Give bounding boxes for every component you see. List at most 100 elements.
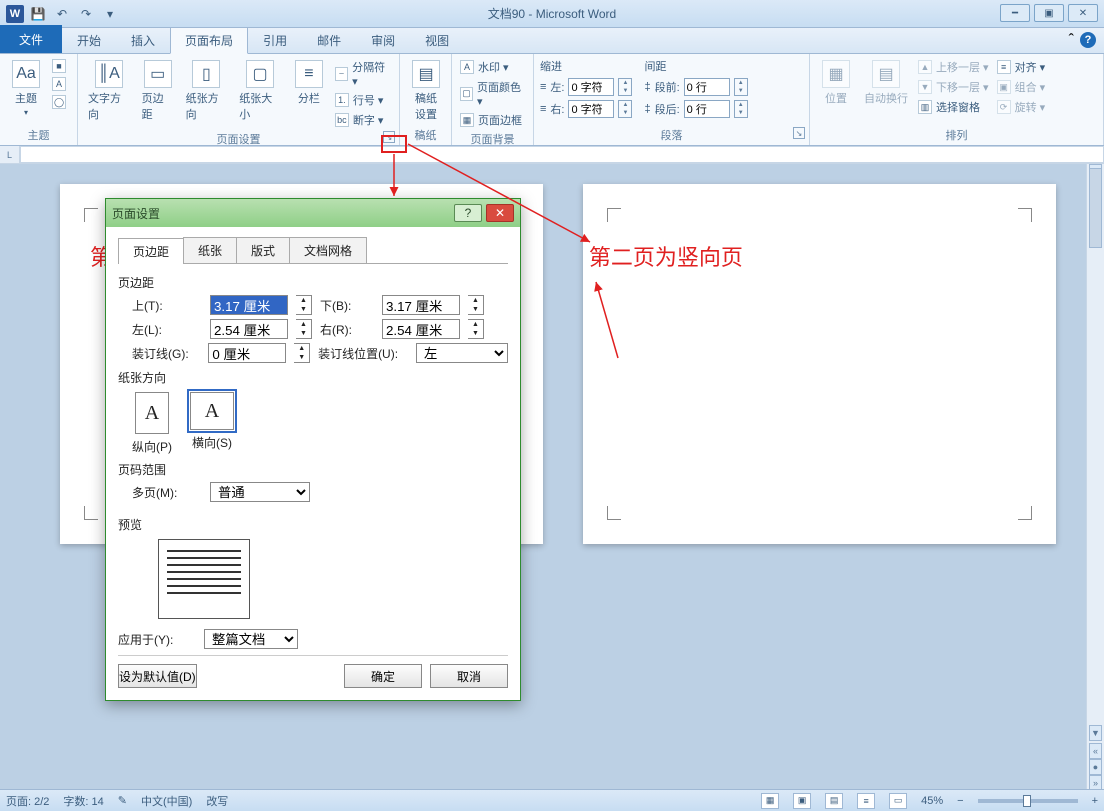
margins-button[interactable]: ▭页边距 — [138, 58, 178, 124]
apply-to-select[interactable]: 整篇文档 — [204, 629, 298, 649]
page-2[interactable]: 第二页为竖向页 — [583, 184, 1056, 544]
proofing-icon[interactable]: ✎ — [118, 794, 127, 807]
set-default-button[interactable]: 设为默认值(D) — [118, 664, 197, 688]
vertical-scrollbar[interactable]: ▲ ▼ « ● » — [1086, 164, 1104, 789]
zoom-out-icon[interactable]: − — [957, 795, 963, 807]
outline-view-icon[interactable]: ≡ — [857, 793, 875, 809]
zoom-in-icon[interactable]: + — [1092, 795, 1098, 807]
margin-left-input[interactable] — [210, 319, 288, 339]
manuscript-button[interactable]: ▤稿纸 设置 — [406, 58, 446, 124]
tab-view[interactable]: 视图 — [410, 27, 464, 53]
draft-view-icon[interactable]: ▭ — [889, 793, 907, 809]
page-borders-button[interactable]: ▦页面边框 — [458, 111, 527, 129]
watermark-button[interactable]: A水印 ▾ — [458, 58, 527, 76]
spin-button[interactable]: ▲▼ — [618, 78, 632, 96]
zoom-slider[interactable] — [978, 799, 1078, 803]
selection-pane-button[interactable]: ▥选择窗格 — [916, 98, 991, 116]
theme-fonts-icon[interactable]: A — [50, 76, 68, 92]
ok-button[interactable]: 确定 — [344, 664, 422, 688]
tab-references[interactable]: 引用 — [248, 27, 302, 53]
wrap-text-button[interactable]: ▤自动换行 — [860, 58, 912, 108]
orientation-landscape[interactable]: A横向(S) — [190, 392, 234, 455]
minimize-button[interactable]: ━ — [1000, 4, 1030, 22]
tab-page-layout[interactable]: 页面布局 — [170, 27, 248, 54]
web-layout-view-icon[interactable]: ▤ — [825, 793, 843, 809]
text-direction-button[interactable]: ║A文字方向 — [84, 58, 134, 124]
spin-button[interactable]: ▲▼ — [734, 78, 748, 96]
group-button[interactable]: ▣组合 ▾ — [995, 78, 1048, 96]
dialog-titlebar[interactable]: 页面设置 ? ✕ — [106, 199, 520, 227]
status-page[interactable]: 页面: 2/2 — [6, 793, 49, 809]
group-label-theme: 主题 — [6, 125, 71, 143]
paragraph-launcher[interactable]: ↘ — [793, 127, 805, 139]
status-zoom[interactable]: 45% — [921, 795, 943, 807]
minimize-ribbon-icon[interactable]: ˆ — [1069, 32, 1074, 50]
status-bar: 页面: 2/2 字数: 14 ✎ 中文(中国) 改写 ▦ ▣ ▤ ≡ ▭ 45%… — [0, 789, 1104, 811]
margin-bottom-input[interactable] — [382, 295, 460, 315]
margin-right-input[interactable] — [382, 319, 460, 339]
ruler-scale[interactable] — [20, 146, 1104, 163]
orientation-button[interactable]: ▯纸张方向 — [182, 58, 232, 124]
tab-insert[interactable]: 插入 — [116, 27, 170, 53]
ruler-corner: L — [0, 146, 20, 164]
send-backward-button[interactable]: ▼下移一层 ▾ — [916, 78, 991, 96]
spin-icon[interactable]: ▲▼ — [468, 295, 484, 315]
dialog-tab-grid[interactable]: 文档网格 — [289, 237, 367, 263]
spin-icon[interactable]: ▲▼ — [294, 343, 310, 363]
columns-button[interactable]: ≡分栏 — [289, 58, 329, 108]
status-words[interactable]: 字数: 14 — [63, 793, 103, 809]
close-button[interactable]: ✕ — [1068, 4, 1098, 22]
dialog-help-button[interactable]: ? — [454, 204, 482, 222]
tab-mailings[interactable]: 邮件 — [302, 27, 356, 53]
indent-right-input[interactable] — [568, 100, 614, 118]
hyphenation-button[interactable]: bc断字 ▾ — [333, 111, 393, 129]
breaks-button[interactable]: ⎯分隔符 ▾ — [333, 58, 393, 89]
cancel-button[interactable]: 取消 — [430, 664, 508, 688]
tab-file[interactable]: 文件 — [0, 25, 62, 53]
redo-icon[interactable]: ↷ — [76, 4, 96, 24]
scroll-down-icon[interactable]: ▼ — [1089, 725, 1102, 741]
dialog-close-button[interactable]: ✕ — [486, 204, 514, 222]
spin-button[interactable]: ▲▼ — [734, 100, 748, 118]
spin-icon[interactable]: ▲▼ — [468, 319, 484, 339]
qat-dropdown-icon[interactable]: ▾ — [100, 4, 120, 24]
space-before-input[interactable] — [684, 78, 730, 96]
full-screen-view-icon[interactable]: ▣ — [793, 793, 811, 809]
dialog-tab-paper[interactable]: 纸张 — [183, 237, 237, 263]
scroll-thumb[interactable] — [1089, 168, 1102, 248]
themes-button[interactable]: Aa主题▾ — [6, 58, 46, 119]
line-numbers-button[interactable]: 1.行号 ▾ — [333, 91, 393, 109]
spin-icon[interactable]: ▲▼ — [296, 319, 312, 339]
tab-review[interactable]: 审阅 — [356, 27, 410, 53]
align-button[interactable]: ≡对齐 ▾ — [995, 58, 1048, 76]
save-icon[interactable]: 💾 — [28, 4, 48, 24]
browse-object-icon[interactable]: ● — [1089, 759, 1102, 775]
help-icon[interactable]: ? — [1080, 32, 1096, 48]
maximize-button[interactable]: ▣ — [1034, 4, 1064, 22]
dialog-tab-margins[interactable]: 页边距 — [118, 238, 184, 264]
size-button[interactable]: ▢纸张大小 — [235, 58, 285, 124]
print-layout-view-icon[interactable]: ▦ — [761, 793, 779, 809]
orientation-portrait[interactable]: A纵向(P) — [132, 392, 172, 455]
gutter-input[interactable] — [208, 343, 286, 363]
rotate-button[interactable]: ⟳旋转 ▾ — [995, 98, 1048, 116]
dialog-tab-layout[interactable]: 版式 — [236, 237, 290, 263]
undo-icon[interactable]: ↶ — [52, 4, 72, 24]
prev-page-icon[interactable]: « — [1089, 743, 1102, 759]
status-language[interactable]: 中文(中国) — [141, 793, 192, 809]
margin-top-input[interactable] — [210, 295, 288, 315]
multi-page-select[interactable]: 普通 — [210, 482, 310, 502]
theme-colors-icon[interactable]: ■ — [50, 58, 68, 74]
indent-left-input[interactable] — [568, 78, 614, 96]
page-color-button[interactable]: ▢页面颜色 ▾ — [458, 78, 527, 109]
spin-button[interactable]: ▲▼ — [618, 100, 632, 118]
tab-home[interactable]: 开始 — [62, 27, 116, 53]
horizontal-ruler: L — [0, 146, 1104, 164]
theme-effects-icon[interactable]: ◯ — [50, 94, 68, 110]
bring-forward-button[interactable]: ▲上移一层 ▾ — [916, 58, 991, 76]
position-button[interactable]: ▦位置 — [816, 58, 856, 108]
spin-icon[interactable]: ▲▼ — [296, 295, 312, 315]
space-after-input[interactable] — [684, 100, 730, 118]
status-mode[interactable]: 改写 — [206, 793, 228, 809]
gutter-position-select[interactable]: 左 — [416, 343, 508, 363]
